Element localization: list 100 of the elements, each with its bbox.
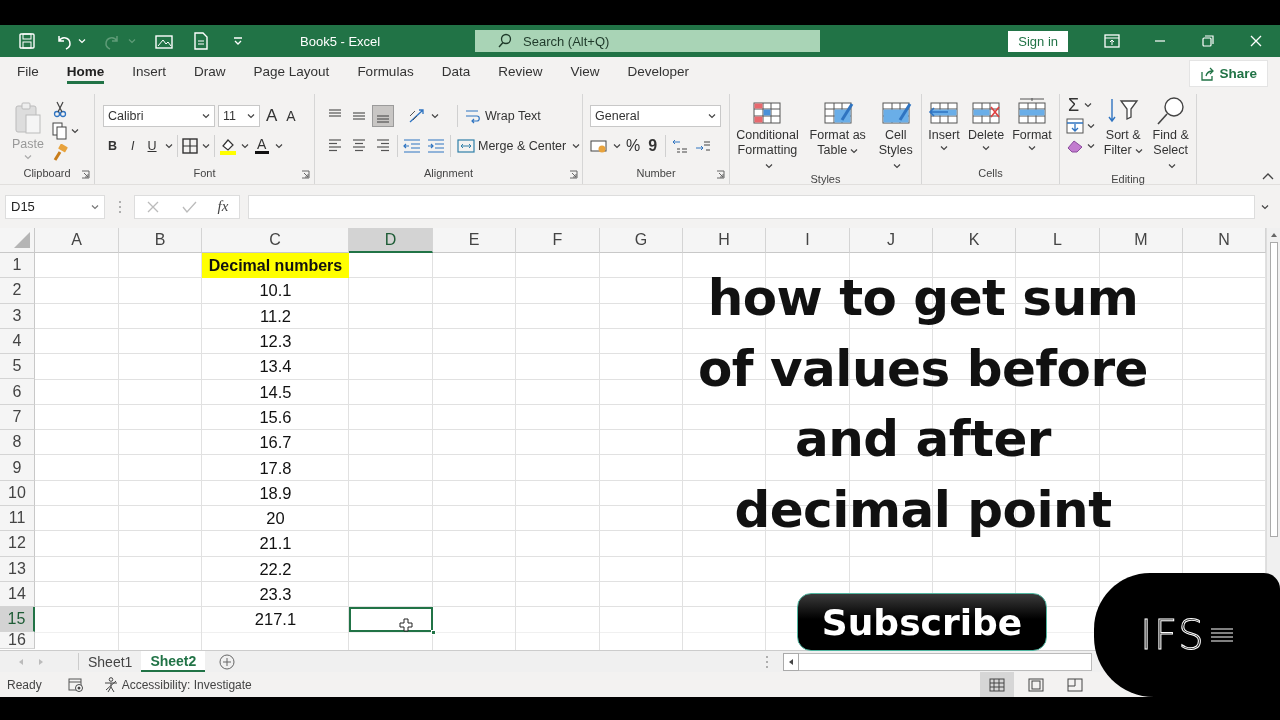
menu-tab[interactable]: View [560, 57, 610, 90]
eraser-icon[interactable] [1066, 138, 1084, 154]
menu-tab[interactable]: Page Layout [243, 57, 340, 90]
column-header[interactable]: K [933, 228, 1016, 253]
fill-down-icon[interactable] [1066, 117, 1084, 135]
active-cell[interactable] [349, 607, 433, 633]
delete-cells-button[interactable]: Delete [968, 98, 1005, 151]
row-header[interactable]: 7 [0, 404, 35, 431]
menu-tab[interactable]: Data [431, 57, 481, 90]
dialog-launcher-icon[interactable] [81, 170, 90, 179]
menu-tab[interactable]: Draw [184, 57, 236, 90]
merge-center-button[interactable]: Merge & Center [455, 135, 569, 156]
orientation-icon[interactable] [407, 106, 427, 125]
row-header[interactable]: 9 [0, 455, 35, 481]
caret-icon[interactable] [1168, 162, 1177, 169]
share-icon[interactable] [1200, 66, 1215, 81]
formula-input[interactable] [248, 194, 1255, 219]
column-header[interactable]: B [119, 228, 202, 253]
accessibility-icon[interactable] [103, 676, 118, 693]
cut-icon[interactable] [51, 99, 68, 118]
scroll-left-icon[interactable] [788, 657, 794, 666]
image-icon[interactable] [154, 32, 174, 50]
row-header[interactable]: 8 [0, 430, 35, 456]
customize-icon[interactable] [232, 35, 244, 47]
format-painter-icon[interactable] [51, 143, 68, 162]
autosum-button[interactable]: Σ [1066, 96, 1082, 114]
dialog-launcher-icon[interactable] [301, 170, 310, 179]
format-cells-button[interactable]: Format [1012, 98, 1052, 151]
caret-icon[interactable] [850, 147, 859, 154]
decrease-font-size-button[interactable]: A [283, 107, 299, 124]
row-header[interactable]: 6 [0, 379, 35, 405]
borders-icon[interactable] [181, 137, 198, 154]
caret-icon[interactable] [1084, 102, 1093, 108]
search-icon[interactable] [497, 33, 513, 49]
dialog-launcher-icon[interactable] [569, 170, 578, 179]
table-bracket-icon[interactable] [1015, 98, 1048, 126]
close-icon[interactable] [1249, 34, 1263, 48]
number-format-dropdown[interactable]: General [590, 104, 721, 127]
row-header[interactable]: 10 [0, 480, 35, 506]
caret-icon[interactable] [940, 145, 948, 151]
caret-icon[interactable] [764, 162, 773, 169]
caret-icon[interactable] [982, 145, 991, 151]
collapse-ribbon-icon[interactable] [1262, 172, 1274, 180]
caret-icon[interactable] [240, 142, 249, 149]
search-icon[interactable] [1154, 96, 1187, 126]
caret-icon[interactable] [708, 112, 716, 119]
grip-icon[interactable] [117, 199, 122, 214]
caret-icon[interactable] [202, 112, 210, 119]
check-icon[interactable] [180, 199, 197, 214]
increase-font-size-button[interactable]: A [263, 105, 281, 126]
page-break-view-icon[interactable] [1067, 677, 1083, 692]
caret-icon[interactable] [247, 112, 255, 119]
merge-icon[interactable] [457, 137, 475, 154]
restore-icon[interactable] [1201, 34, 1215, 48]
row-header[interactable]: 4 [0, 328, 35, 355]
caret-icon[interactable] [1027, 145, 1036, 151]
save-icon[interactable] [18, 32, 36, 50]
normal-view-icon[interactable] [989, 677, 1005, 692]
column-header[interactable]: E [433, 228, 516, 253]
scrollbar-thumb[interactable] [1269, 242, 1278, 537]
column-header[interactable]: L [1016, 228, 1100, 253]
column-header[interactable]: G [600, 228, 683, 253]
conditional-formatting-button[interactable]: Conditional Formatting [736, 98, 799, 173]
share-button[interactable]: Share [1189, 60, 1268, 87]
column-header[interactable]: J [850, 228, 933, 253]
font-size-dropdown[interactable]: 11 [218, 104, 260, 127]
add-sheet-icon[interactable] [219, 653, 236, 670]
page-layout-view-icon[interactable] [1028, 677, 1044, 692]
find-select-button[interactable]: Find & Select [1151, 96, 1190, 173]
bold-button[interactable]: B [103, 136, 123, 155]
row-header[interactable]: 5 [0, 354, 35, 380]
ribbon-display-icon[interactable] [1104, 34, 1120, 48]
stripes-icon[interactable] [1209, 625, 1234, 645]
menu-tab[interactable]: Developer [617, 57, 699, 90]
sheet-tab[interactable]: Sheet1 [79, 651, 142, 672]
normal-view-button[interactable] [980, 672, 1014, 697]
menu-tab[interactable]: Insert [122, 57, 177, 90]
caret-icon[interactable] [1261, 203, 1269, 210]
sort-filter-button[interactable]: Sort & Filter [1103, 96, 1144, 158]
menu-tab[interactable]: Review [488, 57, 553, 90]
sheet-tab[interactable]: Sheet2 [141, 651, 206, 672]
row-header[interactable]: 11 [0, 505, 35, 532]
font-name-dropdown[interactable]: Calibri [103, 104, 215, 127]
column-header[interactable]: C [202, 228, 349, 253]
row-header[interactable]: 2 [0, 278, 35, 304]
scroll-up-icon[interactable] [1269, 232, 1278, 238]
row-header[interactable]: 1 [0, 253, 35, 279]
comma-style-button[interactable]: 9 [645, 136, 661, 155]
insert-cells-button[interactable]: Insert [928, 98, 960, 151]
row-header[interactable]: 16 [0, 632, 35, 650]
underline-button[interactable]: U [143, 136, 161, 155]
caret-icon[interactable] [91, 203, 99, 210]
row-header[interactable]: 14 [0, 581, 35, 608]
column-header[interactable]: H [683, 228, 766, 253]
column-header[interactable]: I [766, 228, 850, 253]
column-header[interactable]: N [1183, 228, 1266, 253]
caret-icon[interactable] [572, 142, 581, 149]
grip-icon[interactable] [765, 654, 769, 669]
caret-icon[interactable] [1134, 147, 1143, 154]
caret-icon[interactable] [1087, 123, 1095, 129]
